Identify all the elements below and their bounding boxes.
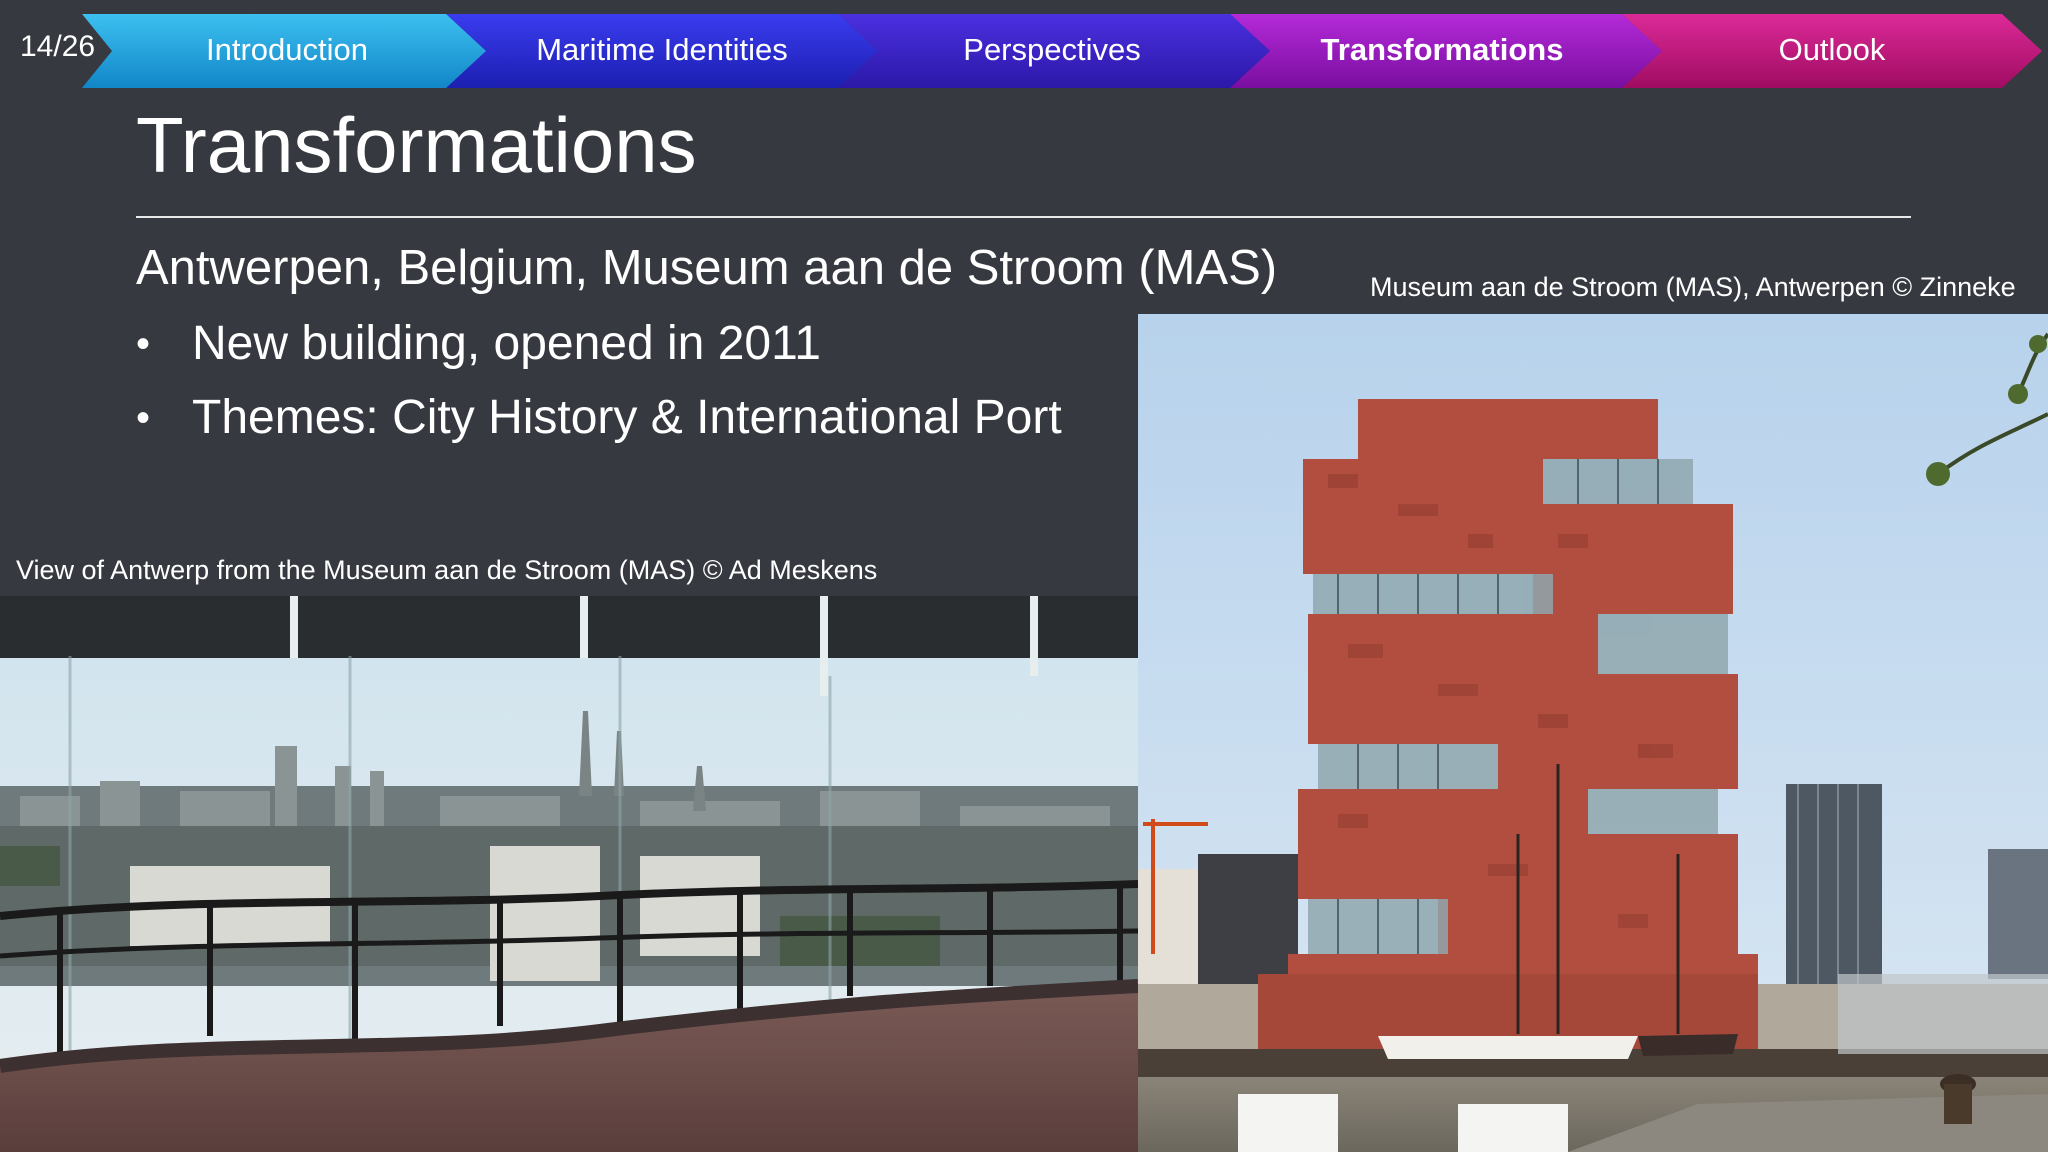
slide-title: Transformations	[136, 101, 697, 189]
left-photo-caption: View of Antwerp from the Museum aan de S…	[16, 555, 878, 585]
bullet-item: • New building, opened in 2011	[136, 312, 1062, 386]
nav-tab-transformations[interactable]: Transformations	[1262, 32, 1622, 72]
title-divider	[136, 216, 1911, 218]
nav-tab-outlook[interactable]: Outlook	[1652, 32, 2012, 72]
bullet-list: • New building, opened in 2011 • Themes:…	[136, 312, 1062, 460]
mas-building-photo	[1138, 314, 2048, 1152]
slide-subtitle: Antwerpen, Belgium, Museum aan de Stroom…	[136, 241, 1278, 295]
nav-tab-perspectives[interactable]: Perspectives	[872, 32, 1232, 72]
right-photo-caption: Museum aan de Stroom (MAS), Antwerpen © …	[1370, 272, 2016, 302]
antwerp-view-photo	[0, 596, 1138, 1152]
section-nav-bar: Introduction Maritime Identities Perspec…	[82, 14, 2048, 88]
nav-tab-introduction[interactable]: Introduction	[122, 32, 452, 72]
bullet-item: • Themes: City History & International P…	[136, 386, 1062, 460]
bullet-text: Themes: City History & International Por…	[192, 391, 1062, 444]
bullet-dot-icon: •	[136, 396, 151, 440]
bullet-text: New building, opened in 2011	[192, 317, 821, 370]
bullet-dot-icon: •	[136, 322, 151, 366]
nav-tab-maritime-identities[interactable]: Maritime Identities	[482, 32, 842, 72]
